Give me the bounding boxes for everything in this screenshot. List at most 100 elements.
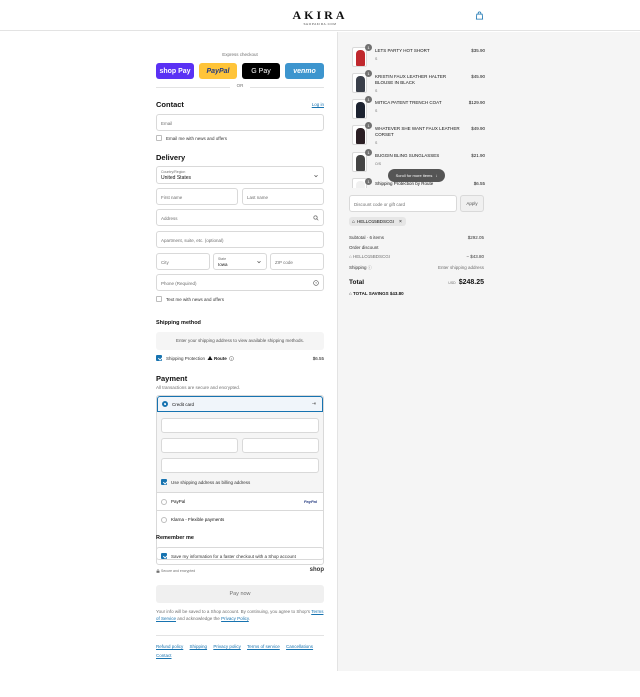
shipping-label: Shipping: [349, 265, 367, 270]
remember-me-heading: Remember me: [156, 535, 194, 541]
legal-and: and acknowledge the: [177, 616, 220, 621]
scroll-more-button[interactable]: Scroll for more items ↓: [388, 169, 445, 182]
last-name-placeholder: Last name: [247, 195, 269, 200]
apartment-field[interactable]: Apartment, suite, etc. (optional): [156, 231, 324, 248]
name-on-card-field[interactable]: [161, 458, 319, 473]
credit-card-option[interactable]: Credit card ⇥: [157, 396, 323, 412]
phone-field[interactable]: Phone (Required) ?: [156, 274, 324, 291]
footer-links: Refund policy Shipping Privacy policy Te…: [156, 642, 324, 660]
apply-button[interactable]: Apply: [460, 195, 484, 212]
sms-label: Text me with news and offers: [166, 297, 224, 302]
help-circle-icon[interactable]: ?: [313, 280, 319, 286]
savings-label: TOTAL SAVINGS: [352, 291, 389, 296]
close-icon[interactable]: ×: [399, 219, 402, 225]
contact-link[interactable]: Contact: [156, 653, 172, 658]
credit-card-radio[interactable]: [162, 401, 168, 407]
chevron-down-icon: [257, 260, 261, 264]
shipping-protection-checkbox[interactable]: [156, 355, 162, 361]
klarna-radio[interactable]: [161, 517, 167, 523]
product-image: [356, 50, 365, 66]
discount-tag-code: HELLO15BDSCGI: [357, 219, 395, 224]
paypal-button[interactable]: PayPal: [199, 63, 237, 79]
card-number-field[interactable]: [161, 418, 319, 433]
cart-item: 1 MITICA PATENT TRENCH COAT S $129.90: [352, 96, 485, 121]
zip-field[interactable]: ZIP code: [270, 253, 324, 270]
shop-pay-button[interactable]: shop Pay: [156, 63, 194, 79]
klarna-label: Klarna - Flexible payments: [171, 517, 225, 522]
zip-placeholder: ZIP code: [275, 260, 293, 265]
chevron-down-icon: [314, 174, 318, 178]
billing-address-checkbox[interactable]: [161, 479, 167, 485]
info-icon[interactable]: [229, 356, 234, 361]
first-name-field[interactable]: First name: [156, 188, 238, 205]
shipping-method-heading: Shipping method: [156, 320, 201, 326]
venmo-button[interactable]: venmo: [285, 63, 324, 79]
terms-of-service-link[interactable]: Terms of service: [247, 644, 280, 649]
shipping-link[interactable]: Shipping: [190, 644, 208, 649]
country-label: Country/Region: [161, 170, 186, 174]
order-discount-label: Order discount: [349, 245, 379, 250]
discount-amount: − $43.80: [466, 254, 484, 259]
city-placeholder: City: [161, 260, 169, 265]
login-link[interactable]: Log in: [312, 102, 324, 107]
phone-placeholder: Phone (Required): [161, 281, 197, 286]
email-placeholder: Email: [161, 121, 173, 126]
shipping-protection-label: Shipping Protection: [166, 356, 206, 361]
brand-logo[interactable]: AKIRA SHOPAKIRA.COM: [0, 8, 640, 26]
email-field[interactable]: Email: [156, 114, 324, 131]
pay-now-button[interactable]: Pay now: [156, 585, 324, 603]
save-info-checkbox[interactable]: [161, 553, 167, 559]
product-image: [356, 102, 365, 118]
save-info-label: Save my information for a faster checkou…: [171, 554, 296, 559]
privacy-link[interactable]: Privacy Policy: [221, 616, 249, 621]
item-name: WHATEVER SHE WANT FAUX LEATHER CORSET: [375, 126, 460, 137]
privacy-policy-link[interactable]: Privacy policy: [213, 644, 241, 649]
item-variant: S: [375, 89, 378, 93]
item-price: $45.90: [471, 74, 485, 79]
cart-item: 1 KRISTIN FAUX LEATHER HALTER BLOUSE IN …: [352, 70, 485, 95]
total-row: Total USD $248.25: [349, 279, 484, 286]
last-name-field[interactable]: Last name: [242, 188, 324, 205]
sms-checkbox[interactable]: [156, 296, 162, 302]
discount-placeholder: Discount code or gift card: [354, 202, 406, 207]
order-discount-row: Order discount: [349, 245, 484, 250]
state-select[interactable]: State Iowa: [213, 253, 267, 270]
product-image: [356, 128, 365, 144]
shopping-bag-icon[interactable]: [475, 11, 484, 20]
discount-code-field[interactable]: Discount code or gift card: [349, 195, 457, 212]
item-name: MITICA PATENT TRENCH COAT: [375, 100, 442, 105]
credit-card-form: Use shipping address as billing address: [157, 412, 323, 492]
delivery-heading: Delivery: [156, 153, 186, 162]
lock-icon: [156, 569, 160, 573]
paypal-option[interactable]: PayPal PayPal: [157, 492, 323, 510]
refund-policy-link[interactable]: Refund policy: [156, 644, 183, 649]
cancellations-link[interactable]: Cancellations: [286, 644, 313, 649]
help-circle-icon[interactable]: ⓘ: [368, 265, 372, 270]
shipping-protection-price: $6.55: [312, 356, 324, 361]
expiration-field[interactable]: [161, 438, 238, 453]
newsletter-checkbox[interactable]: [156, 135, 162, 141]
discount-code-label: HELLO15BDSCGI: [352, 254, 390, 259]
legal-copy: Your info will be saved to a Shop accoun…: [156, 609, 311, 614]
brand-subtitle: SHOPAKIRA.COM: [303, 22, 337, 26]
contact-heading: Contact: [156, 100, 184, 109]
quantity-badge: 1: [365, 178, 372, 185]
city-field[interactable]: City: [156, 253, 210, 270]
item-price: $6.55: [473, 181, 485, 186]
subtotal-row: Subtotal · 6 items $292.05: [349, 235, 484, 240]
google-pay-button[interactable]: G Pay: [242, 63, 280, 79]
country-select[interactable]: Country/Region United States: [156, 166, 324, 184]
klarna-option[interactable]: Klarna - Flexible payments: [157, 510, 323, 528]
shipping-method-note: Enter your shipping address to view avai…: [175, 338, 305, 343]
svg-text:?: ?: [315, 281, 317, 285]
first-name-placeholder: First name: [161, 195, 183, 200]
paypal-radio[interactable]: [161, 499, 167, 505]
state-label: State: [218, 257, 227, 261]
subtotal-value: $292.05: [467, 235, 484, 240]
address-field[interactable]: Address: [156, 209, 324, 226]
item-variant: S: [375, 141, 378, 145]
product-image: [356, 155, 365, 171]
remember-me-box: Save my information for a faster checkou…: [156, 547, 324, 565]
legal-text: Your info will be saved to a Shop accoun…: [156, 609, 324, 621]
security-code-field[interactable]: [242, 438, 319, 453]
